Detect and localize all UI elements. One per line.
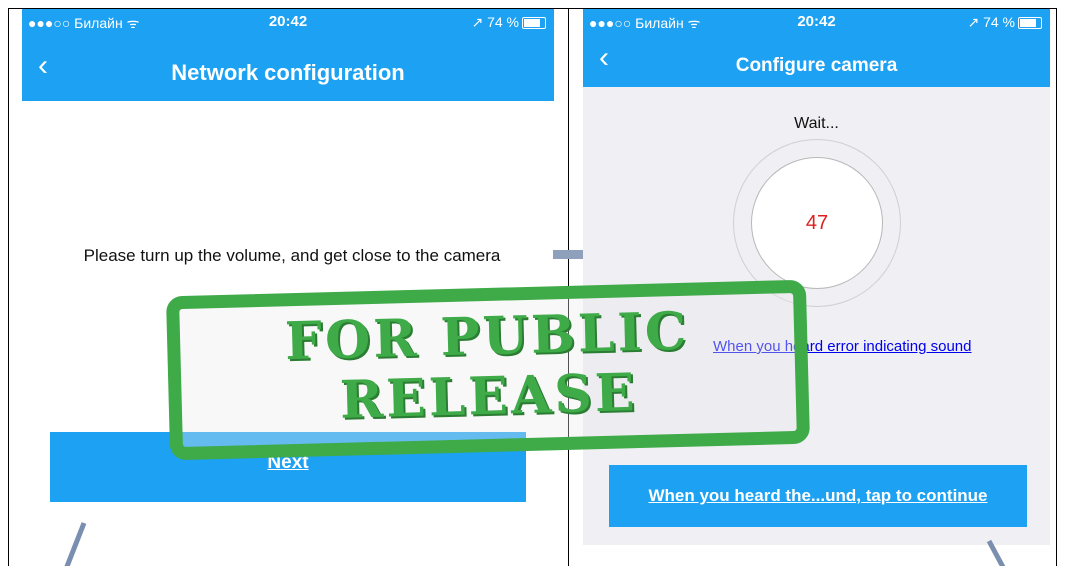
connector-mark: [553, 250, 583, 259]
battery-percent: ↗ 74 %: [471, 14, 519, 30]
battery-percent: ↗ 74 %: [967, 14, 1015, 30]
battery-status: ↗ 74 %: [471, 14, 546, 31]
page-title: Network configuration: [171, 60, 405, 85]
volume-instruction: Please turn up the volume, and get close…: [83, 246, 501, 265]
public-release-stamp: FOR PUBLIC RELEASE: [165, 279, 811, 461]
wait-label: Wait...: [794, 115, 839, 132]
decoration-stroke: [64, 522, 87, 566]
nav-bar: ‹ Configure camera: [583, 35, 1050, 87]
nav-bar: ‹ Network configuration: [22, 35, 554, 101]
continue-button[interactable]: When you heard the...und, tap to continu…: [609, 465, 1027, 527]
battery-icon: [1018, 17, 1042, 30]
status-bar: ●●●○○ Билайн ᯤ 20:42 ↗ 74 %: [22, 9, 554, 35]
status-bar: ●●●○○ Билайн ᯤ 20:42 ↗ 74 %: [583, 9, 1050, 35]
decoration-stroke: [986, 539, 1006, 566]
battery-status: ↗ 74 %: [967, 14, 1042, 31]
countdown-value: 47: [751, 157, 883, 289]
battery-icon: [522, 17, 546, 30]
page-title: Configure camera: [735, 55, 898, 76]
